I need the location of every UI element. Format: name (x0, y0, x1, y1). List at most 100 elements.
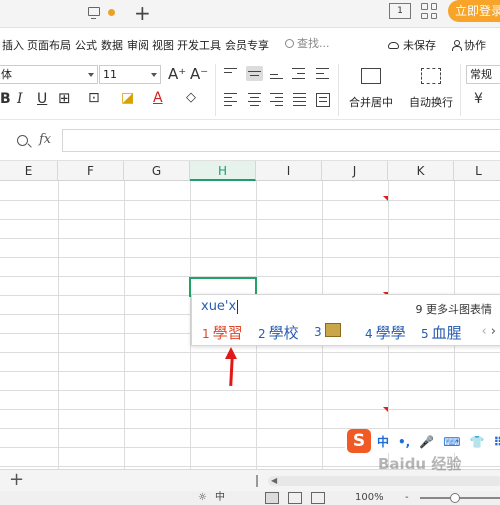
distribute-button[interactable] (316, 93, 330, 107)
splitter-handle[interactable] (256, 475, 258, 487)
ime-candidate[interactable]: 1 學習 (202, 322, 243, 343)
comment-marker[interactable] (383, 407, 388, 412)
window-layout-icon[interactable]: 1 (389, 3, 411, 19)
menu-grid-icon[interactable]: ⠿ (493, 435, 500, 449)
input-mode[interactable]: 中 (215, 491, 225, 505)
zoom-icon[interactable] (17, 135, 28, 146)
column-header-k[interactable]: K (388, 161, 454, 181)
column-header-f[interactable]: F (58, 161, 124, 181)
column-header-e[interactable]: E (0, 161, 58, 181)
column-header-j[interactable]: J (322, 161, 388, 181)
merge-center-button[interactable]: 合并居中 (344, 68, 398, 110)
underline-button[interactable]: U (37, 91, 47, 107)
column-header-g[interactable]: G (124, 161, 190, 181)
ime-candidate[interactable]: 4 學學 (365, 322, 406, 343)
indent-decrease-button[interactable] (292, 68, 305, 80)
align-right-button[interactable] (270, 93, 283, 107)
column-header-h[interactable]: H (190, 161, 256, 181)
collab-button[interactable]: 协作 (452, 37, 486, 53)
align-center-button[interactable] (248, 93, 261, 107)
font-size-select[interactable]: 11 (99, 65, 161, 84)
menu-developer[interactable]: 开发工具 (177, 37, 221, 53)
column-headers: E F G H I J K L (0, 161, 500, 181)
ime-candidate[interactable]: 3 (314, 322, 341, 340)
font-color-button[interactable]: A (153, 90, 163, 106)
divider (460, 64, 461, 116)
candidate-text: 血腥 (431, 324, 462, 342)
search-placeholder: 查找... (297, 37, 330, 50)
unsaved-label: 未保存 (403, 39, 436, 52)
horizontal-scrollbar[interactable]: ◀ (268, 476, 500, 486)
font-size-value: 11 (103, 68, 117, 81)
align-bottom-button[interactable] (270, 68, 283, 80)
currency-button[interactable]: ¥ (474, 91, 483, 107)
unsaved-button[interactable]: 未保存 (388, 37, 436, 53)
number-format-select[interactable]: 常规 (466, 65, 500, 84)
ime-punctuation-mode[interactable]: •, (398, 435, 410, 449)
grow-font-button[interactable]: A⁺ (168, 66, 186, 82)
fill-style-button[interactable]: ⊡ (88, 90, 100, 106)
menu-insert[interactable]: 插入 (2, 37, 24, 53)
menu-review[interactable]: 审阅 (127, 37, 149, 53)
divider (215, 64, 216, 116)
ime-chinese-mode[interactable]: 中 (377, 435, 389, 449)
sogou-logo-icon[interactable]: S (347, 429, 371, 453)
grid-line (124, 181, 125, 469)
comment-marker[interactable] (383, 196, 388, 201)
ime-candidate[interactable]: 5 血腥 (421, 322, 462, 343)
column-header-l[interactable]: L (454, 161, 500, 181)
zoom-out-button[interactable]: - (405, 491, 409, 505)
unsaved-dot-icon (108, 9, 115, 16)
ime-composition-text: xue'x (201, 299, 237, 314)
add-sheet-button[interactable]: + (9, 470, 24, 490)
shrink-font-button[interactable]: A⁻ (190, 66, 208, 82)
font-name-select[interactable]: 体 (0, 65, 98, 84)
menu-view[interactable]: 视图 (152, 37, 174, 53)
formula-input[interactable] (62, 129, 500, 152)
zoom-slider[interactable] (420, 497, 500, 499)
candidate-number: 2 (258, 327, 266, 341)
menu-page-layout[interactable]: 页面布局 (27, 37, 71, 53)
bold-button[interactable]: B (0, 91, 11, 107)
clear-format-button[interactable]: ◇ (186, 90, 196, 106)
fill-color-button[interactable]: ◪ (121, 90, 134, 106)
indent-increase-button[interactable] (316, 68, 329, 80)
page-break-view-button[interactable] (311, 492, 325, 504)
keyboard-icon[interactable]: ⌨ (443, 435, 460, 449)
italic-button[interactable]: I (17, 91, 23, 107)
zoom-level[interactable]: 100% (355, 491, 384, 505)
wrap-text-button[interactable]: 自动换行 (406, 68, 456, 110)
login-button[interactable]: 立即登录 (448, 0, 500, 22)
new-tab-button[interactable]: + (134, 1, 151, 25)
normal-view-button[interactable] (265, 492, 279, 504)
menu-formula[interactable]: 公式 (75, 37, 97, 53)
microphone-icon[interactable]: 🎤 (419, 435, 434, 449)
monitor-icon[interactable] (88, 7, 100, 19)
grid-apps-icon[interactable] (421, 3, 437, 19)
fx-button[interactable]: fx (39, 132, 51, 147)
align-left-button[interactable] (224, 93, 237, 107)
search-input[interactable]: 查找... (285, 35, 330, 53)
candidate-number: 4 (365, 327, 373, 341)
ime-prev-button[interactable]: ‹ (481, 324, 486, 339)
zoom-slider-knob[interactable] (450, 493, 460, 503)
scroll-left-icon[interactable]: ◀ (271, 476, 277, 486)
column-header-i[interactable]: I (256, 161, 322, 181)
sticker-icon (324, 322, 341, 337)
align-middle-button[interactable] (246, 66, 263, 81)
align-top-button[interactable] (224, 68, 237, 80)
grid-line (58, 181, 59, 469)
ime-more-stickers[interactable]: 9 更多斗图表情 (416, 301, 493, 317)
border-button[interactable]: ⊞ (58, 90, 71, 106)
ime-candidate-window: xue'x 9 更多斗图表情 1 學習 2 學校 3 4 學學 5 血腥 ‹ › (191, 294, 500, 346)
skin-icon[interactable]: 👕 (470, 435, 485, 449)
menu-data[interactable]: 数据 (101, 37, 123, 53)
page-layout-view-button[interactable] (288, 492, 302, 504)
justify-button[interactable] (293, 93, 306, 107)
ime-candidate[interactable]: 2 學校 (258, 322, 299, 343)
menu-member[interactable]: 会员专享 (225, 37, 269, 53)
ime-next-button[interactable]: › (491, 324, 496, 339)
candidate-number: 5 (421, 327, 429, 341)
sun-icon[interactable]: ☼ (198, 491, 207, 505)
grid-line (0, 200, 500, 201)
